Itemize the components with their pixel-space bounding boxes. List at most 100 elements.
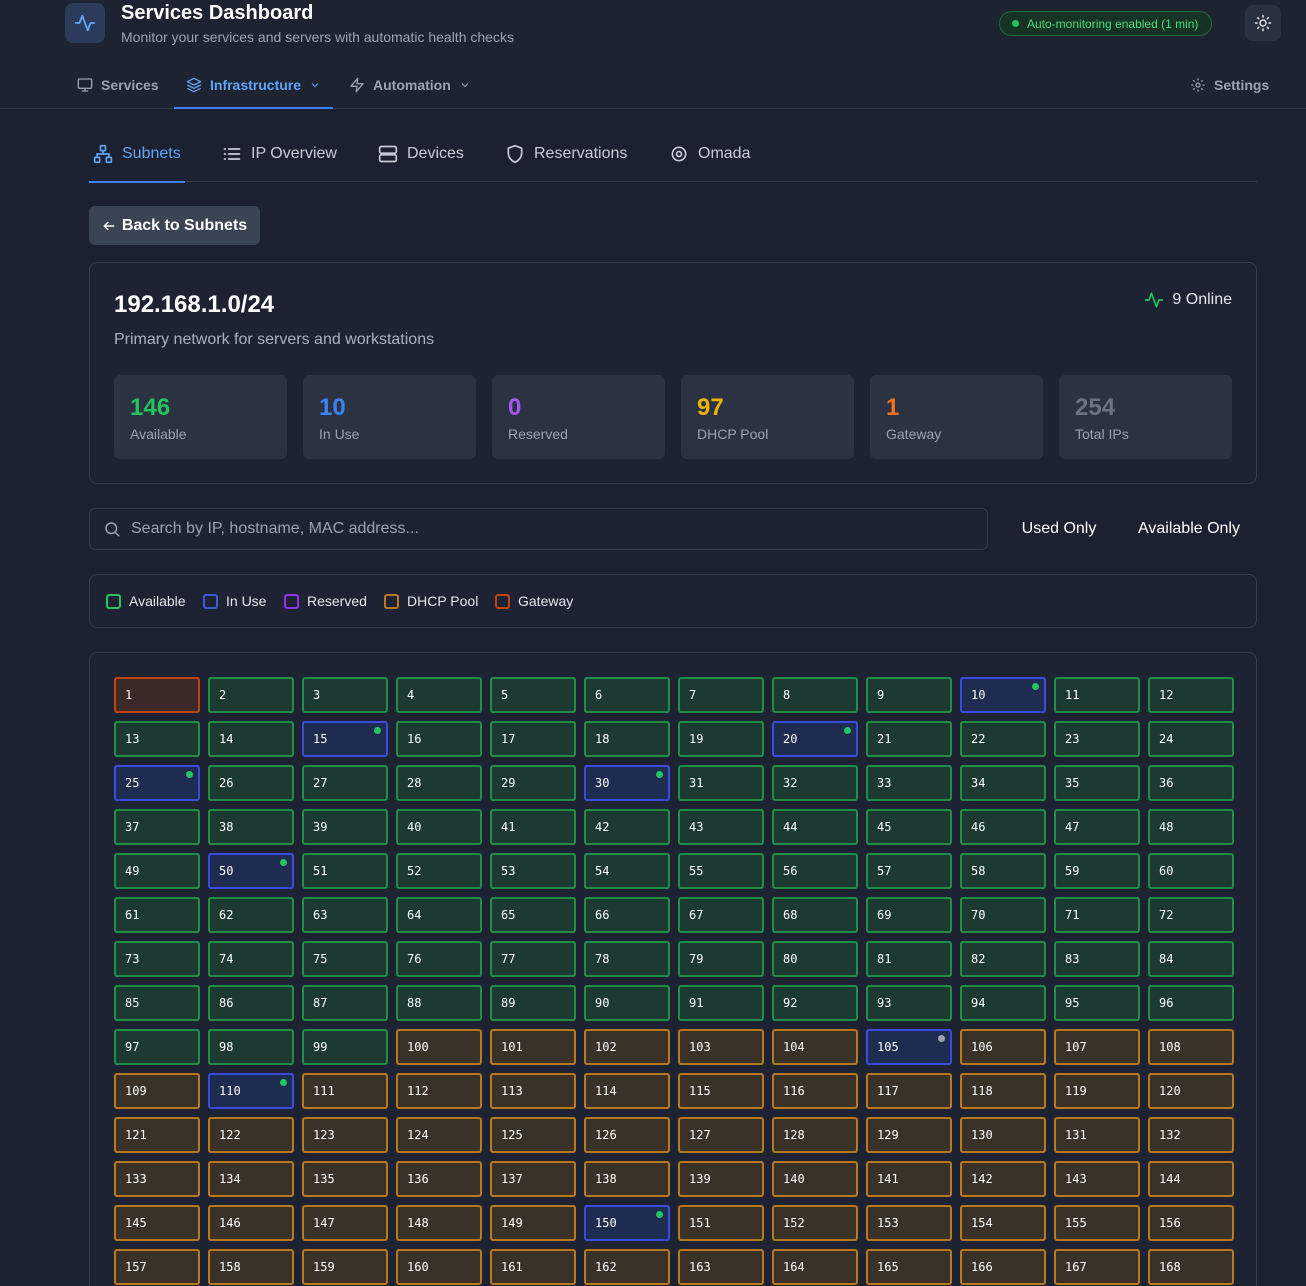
ip-cell[interactable]: 162 [584, 1249, 670, 1285]
ip-cell[interactable]: 38 [208, 809, 294, 845]
ip-cell[interactable]: 83 [1054, 941, 1140, 977]
ip-cell[interactable]: 14 [208, 721, 294, 757]
ip-cell[interactable]: 138 [584, 1161, 670, 1197]
ip-cell[interactable]: 4 [396, 677, 482, 713]
ip-cell[interactable]: 151 [678, 1205, 764, 1241]
ip-cell[interactable]: 33 [866, 765, 952, 801]
ip-cell[interactable]: 45 [866, 809, 952, 845]
ip-cell[interactable]: 55 [678, 853, 764, 889]
ip-cell[interactable]: 134 [208, 1161, 294, 1197]
ip-cell[interactable]: 74 [208, 941, 294, 977]
ip-cell[interactable]: 37 [114, 809, 200, 845]
ip-cell[interactable]: 34 [960, 765, 1046, 801]
ip-cell[interactable]: 103 [678, 1029, 764, 1065]
ip-cell[interactable]: 131 [1054, 1117, 1140, 1153]
ip-cell[interactable]: 122 [208, 1117, 294, 1153]
ip-cell[interactable]: 29 [490, 765, 576, 801]
nav-services[interactable]: Services [77, 60, 159, 109]
ip-cell[interactable]: 22 [960, 721, 1046, 757]
ip-cell[interactable]: 32 [772, 765, 858, 801]
ip-cell[interactable]: 63 [302, 897, 388, 933]
ip-cell[interactable]: 147 [302, 1205, 388, 1241]
ip-cell[interactable]: 127 [678, 1117, 764, 1153]
ip-cell[interactable]: 16 [396, 721, 482, 757]
ip-cell[interactable]: 88 [396, 985, 482, 1021]
ip-cell[interactable]: 114 [584, 1073, 670, 1109]
ip-cell[interactable]: 56 [772, 853, 858, 889]
ip-cell[interactable]: 135 [302, 1161, 388, 1197]
ip-cell[interactable]: 36 [1148, 765, 1234, 801]
nav-settings[interactable]: Settings [1190, 60, 1269, 109]
ip-cell[interactable]: 71 [1054, 897, 1140, 933]
ip-cell[interactable]: 97 [114, 1029, 200, 1065]
ip-cell[interactable]: 7 [678, 677, 764, 713]
ip-cell[interactable]: 3 [302, 677, 388, 713]
ip-cell[interactable]: 1 [114, 677, 200, 713]
ip-cell[interactable]: 116 [772, 1073, 858, 1109]
tab-subnets[interactable]: Subnets [89, 125, 185, 183]
ip-cell[interactable]: 72 [1148, 897, 1234, 933]
ip-cell[interactable]: 40 [396, 809, 482, 845]
ip-cell[interactable]: 140 [772, 1161, 858, 1197]
ip-cell[interactable]: 61 [114, 897, 200, 933]
ip-cell[interactable]: 44 [772, 809, 858, 845]
ip-cell[interactable]: 75 [302, 941, 388, 977]
ip-cell[interactable]: 18 [584, 721, 670, 757]
ip-cell[interactable]: 28 [396, 765, 482, 801]
ip-cell[interactable]: 124 [396, 1117, 482, 1153]
ip-cell[interactable]: 130 [960, 1117, 1046, 1153]
ip-cell[interactable]: 53 [490, 853, 576, 889]
tab-omada[interactable]: Omada [669, 125, 750, 182]
ip-cell[interactable]: 132 [1148, 1117, 1234, 1153]
ip-cell[interactable]: 77 [490, 941, 576, 977]
ip-cell[interactable]: 90 [584, 985, 670, 1021]
ip-cell[interactable]: 21 [866, 721, 952, 757]
ip-cell[interactable]: 91 [678, 985, 764, 1021]
ip-cell[interactable]: 121 [114, 1117, 200, 1153]
ip-cell[interactable]: 159 [302, 1249, 388, 1285]
ip-cell[interactable]: 81 [866, 941, 952, 977]
ip-cell[interactable]: 119 [1054, 1073, 1140, 1109]
ip-cell[interactable]: 108 [1148, 1029, 1234, 1065]
ip-cell[interactable]: 84 [1148, 941, 1234, 977]
ip-cell[interactable]: 94 [960, 985, 1046, 1021]
ip-cell[interactable]: 105 [866, 1029, 952, 1065]
ip-cell[interactable]: 123 [302, 1117, 388, 1153]
ip-cell[interactable]: 51 [302, 853, 388, 889]
ip-cell[interactable]: 166 [960, 1249, 1046, 1285]
ip-cell[interactable]: 39 [302, 809, 388, 845]
ip-cell[interactable]: 69 [866, 897, 952, 933]
ip-cell[interactable]: 19 [678, 721, 764, 757]
ip-cell[interactable]: 50 [208, 853, 294, 889]
ip-cell[interactable]: 110 [208, 1073, 294, 1109]
ip-cell[interactable]: 57 [866, 853, 952, 889]
ip-cell[interactable]: 58 [960, 853, 1046, 889]
ip-cell[interactable]: 87 [302, 985, 388, 1021]
ip-cell[interactable]: 99 [302, 1029, 388, 1065]
nav-automation[interactable]: Automation [349, 60, 471, 109]
ip-cell[interactable]: 79 [678, 941, 764, 977]
ip-cell[interactable]: 152 [772, 1205, 858, 1241]
ip-cell[interactable]: 155 [1054, 1205, 1140, 1241]
search-input[interactable] [131, 520, 951, 538]
ip-cell[interactable]: 6 [584, 677, 670, 713]
ip-cell[interactable]: 67 [678, 897, 764, 933]
ip-cell[interactable]: 156 [1148, 1205, 1234, 1241]
ip-cell[interactable]: 43 [678, 809, 764, 845]
ip-cell[interactable]: 148 [396, 1205, 482, 1241]
ip-cell[interactable]: 98 [208, 1029, 294, 1065]
ip-cell[interactable]: 139 [678, 1161, 764, 1197]
ip-cell[interactable]: 73 [114, 941, 200, 977]
ip-cell[interactable]: 150 [584, 1205, 670, 1241]
ip-cell[interactable]: 153 [866, 1205, 952, 1241]
ip-cell[interactable]: 26 [208, 765, 294, 801]
ip-cell[interactable]: 64 [396, 897, 482, 933]
ip-cell[interactable]: 129 [866, 1117, 952, 1153]
ip-cell[interactable]: 68 [772, 897, 858, 933]
theme-toggle-button[interactable] [1245, 5, 1281, 41]
ip-cell[interactable]: 23 [1054, 721, 1140, 757]
ip-cell[interactable]: 133 [114, 1161, 200, 1197]
ip-cell[interactable]: 5 [490, 677, 576, 713]
ip-cell[interactable]: 106 [960, 1029, 1046, 1065]
ip-cell[interactable]: 46 [960, 809, 1046, 845]
